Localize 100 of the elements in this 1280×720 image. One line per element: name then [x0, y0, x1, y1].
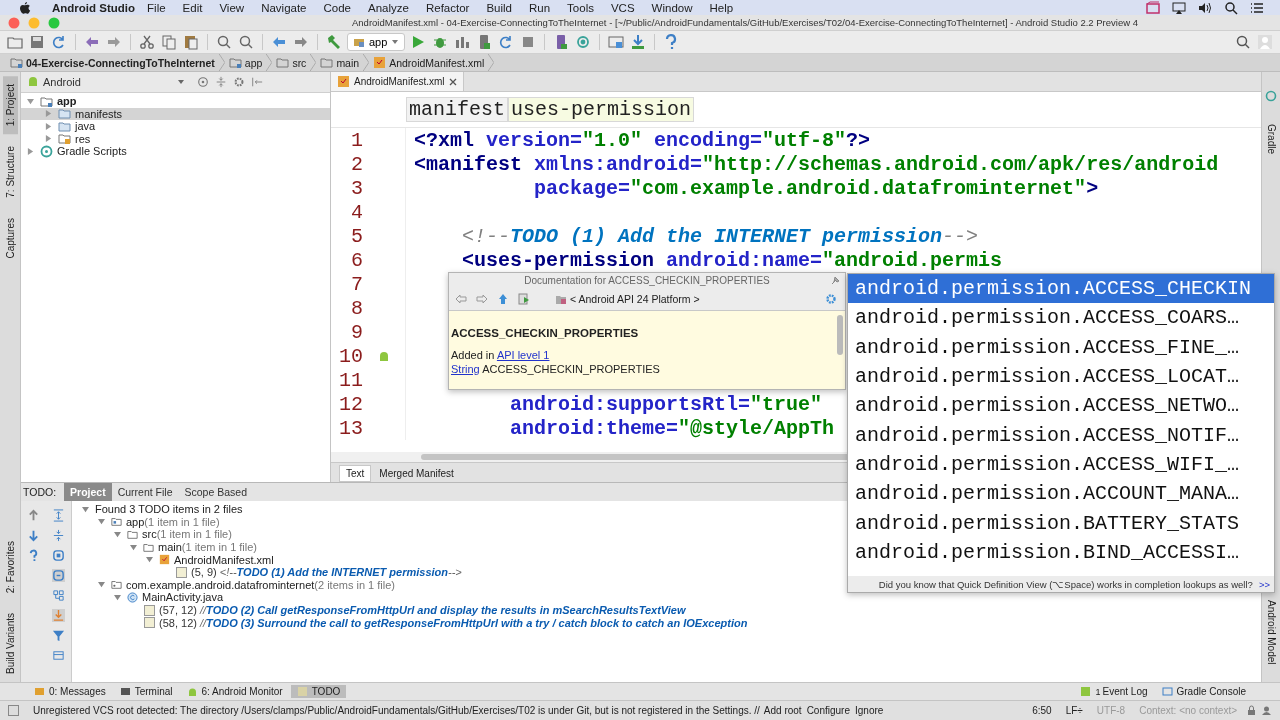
todo-item[interactable]: (5, 9) <!--TODO (1) Add the INTERNET permission--> [191, 566, 462, 579]
down-arrow-icon[interactable] [27, 528, 40, 542]
search-icon[interactable] [1235, 34, 1251, 50]
breadcrumb[interactable]: app [224, 56, 267, 69]
expand-all-icon[interactable] [52, 508, 65, 522]
expand-arrow-icon[interactable] [45, 135, 52, 143]
edit-source-icon[interactable] [518, 293, 530, 305]
tool-window-tab[interactable]: 2: Favorites [2, 532, 18, 602]
tool-window-tab[interactable]: 0: Messages [28, 685, 112, 698]
menu-item[interactable]: Run [529, 1, 551, 14]
tree-node[interactable]: MainActivity.java [142, 591, 224, 604]
tag-breadcrumb[interactable]: uses-permission [508, 97, 695, 122]
preview-icon[interactable] [52, 648, 65, 662]
tree-node[interactable]: Found 3 TODO items in 2 files [95, 503, 243, 516]
collapse-all-icon[interactable] [52, 528, 65, 542]
expand-arrow-icon[interactable] [146, 556, 153, 564]
menu-item[interactable]: Help [709, 1, 734, 14]
app-menu[interactable]: Android Studio [52, 1, 136, 14]
filter-module-icon[interactable] [52, 548, 65, 562]
caret-position[interactable]: 6:50 [1032, 705, 1052, 716]
expand-arrow-icon[interactable] [114, 531, 121, 538]
menu-item[interactable]: Navigate [261, 1, 307, 14]
tree-item[interactable]: java [21, 120, 330, 133]
bars-icon[interactable] [454, 34, 471, 50]
tree-item[interactable]: app [21, 95, 330, 108]
apple-icon[interactable] [18, 0, 32, 15]
completion-item[interactable]: android.permission.ACCESS_FINE_… [848, 332, 1274, 362]
status-link[interactable]: Add root [763, 705, 802, 716]
filter-package-icon[interactable] [52, 568, 65, 582]
tool-window-tab[interactable]: 7: Structure [2, 138, 18, 206]
forward-icon[interactable] [476, 293, 488, 305]
tree-node[interactable]: src(1 item in 1 file) [142, 528, 232, 541]
doc-link[interactable]: API level 1 [496, 349, 550, 361]
download-icon[interactable] [630, 34, 647, 50]
tree-node[interactable]: com.example.android.datafrominternet(2 items in 1 file) [126, 578, 396, 591]
editor-tab[interactable]: AndroidManifest.xml [331, 72, 464, 91]
breadcrumb[interactable]: src [272, 56, 311, 69]
tool-window-tab[interactable]: Terminal [113, 685, 179, 698]
menu-item[interactable]: Refactor [425, 1, 470, 14]
completion-item[interactable]: android.permission.BATTERY_STATS [848, 508, 1274, 538]
todo-item[interactable]: (58, 12) //TODO (3) Surround the call to getResponseFromHttpUrl with a try / catch block to catch an IOException [159, 616, 748, 629]
editor-mode-tab[interactable]: Text [339, 464, 372, 482]
completion-item[interactable]: android.permission.ACCESS_COARS… [848, 303, 1274, 333]
tree-item[interactable]: res [21, 132, 330, 145]
expand-arrow-icon[interactable] [45, 122, 52, 130]
menu-item[interactable]: Code [323, 1, 351, 14]
todo-item[interactable]: (57, 12) //TODO (2) Call getResponseFromHttpUrl and display the results in mSearchResultsTextView [159, 604, 686, 617]
redo-icon[interactable] [106, 34, 122, 50]
list-icon[interactable] [1250, 0, 1264, 15]
zoom-button[interactable] [48, 16, 60, 29]
up-arrow-icon[interactable] [27, 508, 40, 522]
tool-window-tab[interactable]: TODO [290, 685, 347, 698]
expand-arrow-icon[interactable] [114, 593, 121, 601]
tree-node[interactable]: app(1 item in 1 file) [126, 515, 220, 528]
find-usages-icon[interactable] [238, 34, 254, 50]
expand-arrow-icon[interactable] [27, 147, 34, 155]
breadcrumb[interactable]: main [316, 56, 364, 69]
completion-item[interactable]: android.permission.ACCESS_NETWO… [848, 391, 1274, 421]
toggle-tool-windows-icon[interactable] [8, 705, 19, 716]
breadcrumb[interactable]: AndroidManifest.xml [369, 56, 489, 69]
tree-item[interactable]: Gradle Scripts [21, 145, 330, 158]
expand-arrow-icon[interactable] [98, 518, 105, 526]
tool-window-tab[interactable]: Captures [2, 209, 18, 267]
doc-link[interactable]: String [451, 363, 480, 375]
forward-icon[interactable] [293, 34, 309, 50]
run-config-dropdown[interactable]: app [347, 33, 406, 51]
expand-arrow-icon[interactable] [98, 581, 105, 589]
tool-window-tab[interactable]: Gradle [1263, 116, 1279, 162]
todo-scope-tab[interactable]: Scope Based [178, 483, 253, 501]
paste-icon[interactable] [183, 34, 199, 50]
search-icon[interactable] [1224, 0, 1238, 15]
expand-arrow-icon[interactable] [27, 97, 34, 105]
hide-icon[interactable] [251, 76, 263, 88]
tool-window-tab[interactable]: 6: Android Monitor [180, 685, 289, 698]
back-icon[interactable] [455, 293, 467, 305]
completion-item[interactable]: android.permission.ACCESS_NOTIF… [848, 420, 1274, 450]
tree-node[interactable]: main(1 item in 1 file) [158, 541, 258, 554]
tag-breadcrumb[interactable]: manifest [406, 97, 508, 122]
expand-arrow-icon[interactable] [45, 110, 52, 118]
pin-icon[interactable] [830, 275, 841, 286]
inspector-icon[interactable] [1261, 705, 1272, 716]
menu-item[interactable]: File [147, 1, 166, 14]
tool-window-tab[interactable]: Build Variants [2, 605, 18, 682]
lock-icon[interactable] [1246, 705, 1257, 716]
expand-arrow-icon[interactable] [130, 543, 137, 551]
menu-item[interactable]: Analyze [368, 1, 409, 14]
completion-item[interactable]: android.permission.ACCESS_CHECKIN [848, 274, 1274, 304]
more-link[interactable]: >> [1258, 578, 1270, 590]
line-separator[interactable]: LF÷ [1065, 705, 1083, 716]
cut-icon[interactable] [139, 34, 155, 50]
up-arrow-icon[interactable] [497, 293, 509, 305]
airplay-icon[interactable] [1172, 0, 1186, 15]
completion-item[interactable]: android.permission.ACCESS_LOCAT… [848, 361, 1274, 392]
settings-icon[interactable] [825, 293, 837, 305]
help-icon[interactable] [27, 548, 40, 562]
sync-gradle-icon[interactable] [575, 34, 592, 50]
autoscroll-icon[interactable] [52, 608, 65, 622]
menu-item[interactable]: VCS [610, 1, 635, 14]
menu-item[interactable]: View [219, 1, 245, 14]
tree-node[interactable]: AndroidManifest.xml [174, 553, 274, 566]
